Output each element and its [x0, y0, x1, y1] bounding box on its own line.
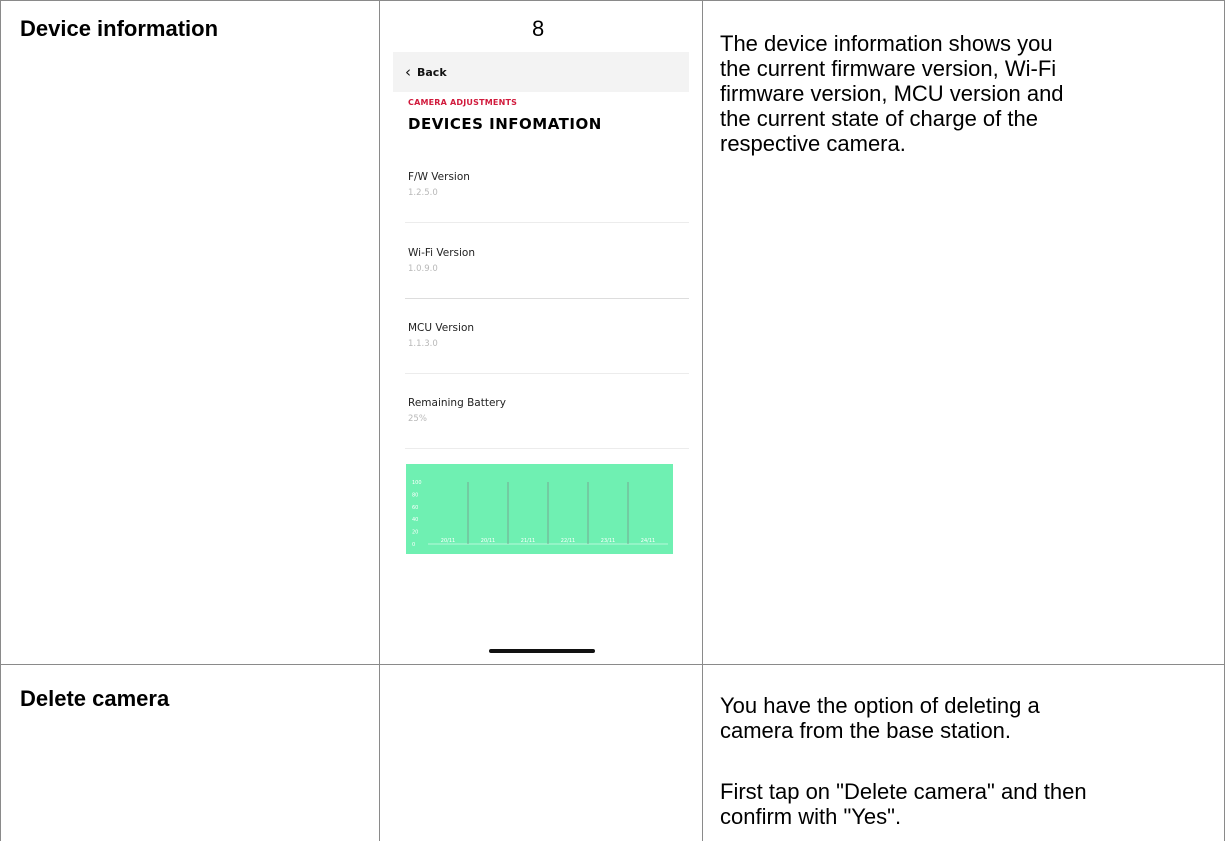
wifi-version-label: Wi-Fi Version [408, 247, 475, 259]
mcu-version-value: 1.1.3.0 [408, 339, 438, 349]
x-tick-label: 22/11 [561, 538, 575, 544]
y-tick-label: 100 [412, 480, 422, 486]
description-line: The device information shows you [720, 31, 1053, 56]
description-line: firmware version, MCU version and [720, 81, 1064, 106]
back-button[interactable]: Back [417, 66, 447, 79]
y-tick-label: 0 [412, 542, 415, 548]
x-tick-label: 23/11 [601, 538, 615, 544]
table-row-divider [0, 664, 1225, 665]
table-border-col1 [379, 0, 380, 841]
divider [405, 222, 689, 223]
delete-camera-description: You have the option of deleting a camera… [720, 693, 1210, 829]
description-line: confirm with "Yes". [720, 804, 902, 829]
table-border-col2 [702, 0, 703, 841]
fw-version-label: F/W Version [408, 171, 470, 183]
nav-bar: ‹ Back [393, 52, 689, 92]
y-tick-label: 40 [412, 517, 418, 523]
description-line: the current firmware version, Wi-Fi [720, 56, 1057, 81]
home-indicator[interactable] [489, 649, 595, 653]
description-line: You have the option of deleting a [720, 693, 1040, 718]
divider [405, 298, 689, 299]
description-line: the current state of charge of the [720, 106, 1038, 131]
remaining-battery-label: Remaining Battery [408, 397, 506, 409]
x-tick-label: 20/11 [441, 538, 455, 544]
device-info-screenshot: ‹ Back CAMERA ADJUSTMENTS DEVICES INFOMA… [393, 52, 689, 656]
y-tick-label: 80 [412, 492, 418, 498]
battery-chart: 100 80 60 40 20 0 20/11 20/11 21/11 22/11 23/11 24/… [406, 464, 673, 554]
table-border-left [0, 0, 1, 841]
remaining-battery-value: 25% [408, 414, 427, 424]
y-tick-label: 60 [412, 505, 418, 511]
description-line: camera from the base station. [720, 718, 1012, 743]
mcu-version-label: MCU Version [408, 322, 475, 334]
y-tick-label: 20 [412, 530, 418, 536]
x-tick-label: 24/11 [641, 538, 655, 544]
table-border-top [0, 0, 1225, 1]
row-label-device-information: Device information [20, 16, 219, 41]
divider [405, 448, 689, 449]
x-tick-label: 21/11 [521, 538, 535, 544]
divider [405, 373, 689, 374]
row-label-delete-camera: Delete camera [20, 686, 170, 711]
description-line: respective camera. [720, 131, 906, 156]
page-number: 8 [532, 16, 545, 41]
description-line: First tap on "Delete camera" and then [720, 779, 1087, 804]
battery-chart-svg: 100 80 60 40 20 0 20/11 20/11 21/11 22/11 23/11 24/… [412, 480, 668, 548]
chevron-left-icon[interactable]: ‹ [405, 63, 411, 81]
screen-title: DEVICES INFOMATION [408, 115, 602, 133]
device-information-description: The device information shows you the cur… [720, 31, 1210, 156]
fw-version-value: 1.2.5.0 [408, 188, 438, 198]
section-label: CAMERA ADJUSTMENTS [408, 98, 518, 107]
wifi-version-value: 1.0.9.0 [408, 264, 438, 274]
x-tick-label: 20/11 [481, 538, 495, 544]
